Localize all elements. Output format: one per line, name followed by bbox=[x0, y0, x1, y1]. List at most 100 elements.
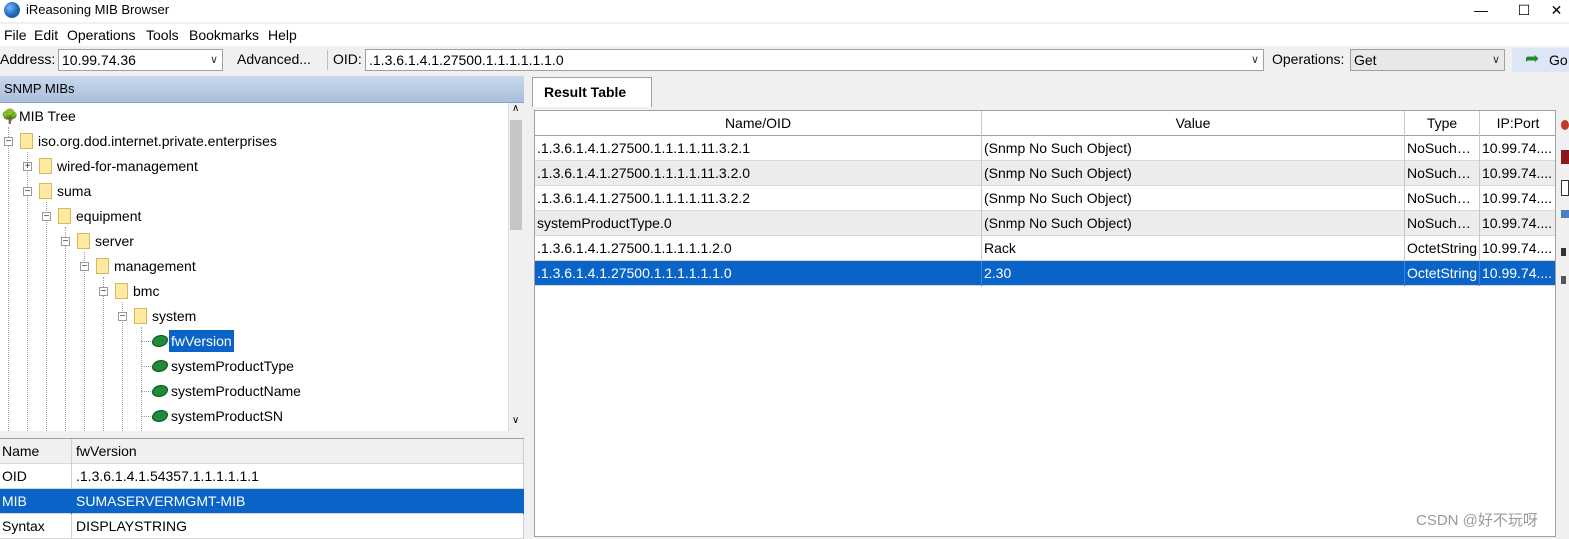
folder-icon bbox=[39, 158, 52, 174]
snmp-mibs-header: SNMP MIBs bbox=[0, 76, 524, 103]
cell-ip-port: 10.99.74.... bbox=[1480, 236, 1555, 261]
maximize-button[interactable]: ☐ bbox=[1501, 0, 1547, 22]
property-value: SUMASERVERMGMT-MIB bbox=[72, 489, 524, 514]
cell-ip-port: 10.99.74.... bbox=[1480, 211, 1555, 236]
collapse-icon[interactable]: − bbox=[4, 137, 13, 147]
table-row[interactable]: .1.3.6.1.4.1.27500.1.1.1.1.11.3.2.0 (Snm… bbox=[535, 161, 1555, 186]
oid-combo[interactable]: .1.3.6.1.4.1.27500.1.1.1.1.1.1.0 ∨ bbox=[365, 49, 1264, 71]
collapse-icon[interactable]: − bbox=[42, 212, 51, 222]
close-button[interactable]: ✕ bbox=[1544, 0, 1569, 22]
mib-tree[interactable]: 🌳 MIB Tree − iso.org.dod.internet.privat… bbox=[0, 103, 508, 431]
expand-icon[interactable]: + bbox=[23, 162, 32, 172]
properties-header-name[interactable]: Name bbox=[0, 439, 72, 464]
split-divider[interactable] bbox=[524, 74, 532, 537]
menu-file[interactable]: File bbox=[4, 27, 27, 43]
tree-guide-line bbox=[8, 127, 9, 431]
folder-icon bbox=[115, 283, 128, 299]
table-row[interactable]: .1.3.6.1.4.1.27500.1.1.1.1.1.2.0 Rack Oc… bbox=[535, 236, 1555, 261]
folder-icon bbox=[39, 183, 52, 199]
cell-value: 2.30 bbox=[982, 261, 1405, 286]
tree-node-label: system bbox=[152, 308, 197, 324]
column-header-name-oid[interactable]: Name/OID bbox=[535, 111, 982, 136]
scroll-up-icon[interactable]: ∧ bbox=[512, 103, 519, 114]
tree-node-label: bmc bbox=[133, 283, 160, 299]
table-row-selected[interactable]: .1.3.6.1.4.1.27500.1.1.1.1.1.1.0 2.30 Oc… bbox=[535, 261, 1555, 286]
menu-help[interactable]: Help bbox=[268, 27, 297, 43]
save-icon[interactable] bbox=[1561, 276, 1566, 284]
cell-type: NoSuchO... bbox=[1405, 211, 1480, 236]
minimize-button[interactable]: — bbox=[1458, 0, 1504, 22]
folder-icon bbox=[134, 308, 147, 324]
operations-value: Get bbox=[1354, 52, 1377, 68]
result-side-toolbar bbox=[1557, 110, 1569, 537]
app-globe-icon bbox=[4, 2, 20, 18]
property-value: DISPLAYSTRING bbox=[72, 514, 524, 539]
folder-icon bbox=[96, 258, 109, 274]
title-bar: iReasoning MIB Browser — ☐ ✕ bbox=[0, 0, 1569, 22]
collapse-icon[interactable]: − bbox=[23, 187, 32, 197]
cell-type: OctetString bbox=[1405, 236, 1480, 261]
menu-bookmarks[interactable]: Bookmarks bbox=[189, 27, 259, 43]
column-header-value[interactable]: Value bbox=[982, 111, 1405, 136]
tree-guide-line bbox=[103, 277, 104, 431]
leaf-icon bbox=[152, 360, 168, 372]
scroll-down-icon[interactable]: ∨ bbox=[512, 415, 519, 426]
tree-guide-line bbox=[141, 416, 151, 417]
cell-name-oid: .1.3.6.1.4.1.27500.1.1.1.1.11.3.2.2 bbox=[535, 186, 982, 211]
snmp-mibs-title: SNMP MIBs bbox=[4, 81, 75, 96]
delete-icon[interactable] bbox=[1561, 150, 1569, 164]
menu-edit[interactable]: Edit bbox=[34, 27, 58, 43]
properties-row[interactable]: Syntax DISPLAYSTRING bbox=[0, 514, 524, 539]
go-arrow-icon: ➦ bbox=[1525, 49, 1540, 68]
result-table-header: Name/OID Value Type IP:Port bbox=[535, 111, 1555, 136]
tab-result-table[interactable]: Result Table bbox=[532, 77, 652, 107]
watermark: CSDN @好不玩呀 bbox=[1416, 512, 1538, 529]
stop-icon[interactable] bbox=[1561, 120, 1569, 130]
export-icon[interactable] bbox=[1561, 180, 1569, 196]
table-row[interactable]: .1.3.6.1.4.1.27500.1.1.1.1.11.3.2.2 (Snm… bbox=[535, 186, 1555, 211]
tab-label: Result Table bbox=[544, 84, 627, 100]
tree-node-label: equipment bbox=[76, 208, 142, 224]
collapse-icon[interactable]: − bbox=[99, 287, 108, 297]
tree-guide-line bbox=[141, 391, 151, 392]
tree-guide-line bbox=[46, 202, 47, 431]
cell-type: NoSuchO... bbox=[1405, 136, 1480, 161]
properties-row[interactable]: OID .1.3.6.1.4.1.54357.1.1.1.1.1.1 bbox=[0, 464, 524, 489]
cell-value: (Snmp No Such Object) bbox=[982, 211, 1405, 236]
advanced-button[interactable]: Advanced... bbox=[237, 51, 311, 67]
collapse-icon[interactable]: − bbox=[80, 262, 89, 272]
cell-type: NoSuchO... bbox=[1405, 161, 1480, 186]
properties-header: Name fwVersion bbox=[0, 439, 524, 464]
tree-icon: 🌳 bbox=[1, 108, 19, 124]
chevron-down-icon[interactable]: ∨ bbox=[1492, 50, 1500, 70]
cell-type: NoSuchO... bbox=[1405, 186, 1480, 211]
find-icon[interactable] bbox=[1561, 210, 1569, 218]
cell-type: OctetString bbox=[1405, 261, 1480, 286]
tree-scrollbar-thumb[interactable] bbox=[510, 120, 522, 230]
properties-row[interactable]: MIB SUMASERVERMGMT-MIB bbox=[0, 489, 524, 514]
go-button[interactable]: ➦ Go bbox=[1512, 48, 1569, 72]
tree-guide-line bbox=[84, 252, 85, 431]
tree-node-label: systemProductSN bbox=[171, 408, 284, 424]
address-combo[interactable]: 10.99.74.36 ∨ bbox=[58, 49, 223, 71]
filter-icon[interactable] bbox=[1561, 248, 1566, 256]
chevron-down-icon[interactable]: ∨ bbox=[210, 50, 218, 70]
tree-node-label: server bbox=[95, 233, 134, 249]
properties-header-value[interactable]: fwVersion bbox=[72, 439, 524, 464]
table-row[interactable]: .1.3.6.1.4.1.27500.1.1.1.1.11.3.2.1 (Snm… bbox=[535, 136, 1555, 161]
address-value: 10.99.74.36 bbox=[62, 52, 136, 68]
tree-node-label: iso.org.dod.internet.private.enterprises bbox=[38, 133, 277, 149]
menu-operations[interactable]: Operations bbox=[67, 27, 135, 43]
operations-select[interactable]: Get ∨ bbox=[1350, 49, 1505, 71]
tree-node-label: MIB Tree bbox=[19, 108, 76, 124]
table-row[interactable]: systemProductType.0 (Snmp No Such Object… bbox=[535, 211, 1555, 236]
cell-value: (Snmp No Such Object) bbox=[982, 136, 1405, 161]
tree-node-label: suma bbox=[57, 183, 92, 199]
chevron-down-icon[interactable]: ∨ bbox=[1251, 50, 1259, 70]
cell-ip-port: 10.99.74.... bbox=[1480, 161, 1555, 186]
column-header-type[interactable]: Type bbox=[1405, 111, 1480, 136]
collapse-icon[interactable]: − bbox=[61, 237, 70, 247]
collapse-icon[interactable]: − bbox=[118, 312, 127, 322]
menu-tools[interactable]: Tools bbox=[146, 27, 179, 43]
column-header-ip-port[interactable]: IP:Port bbox=[1480, 111, 1555, 136]
